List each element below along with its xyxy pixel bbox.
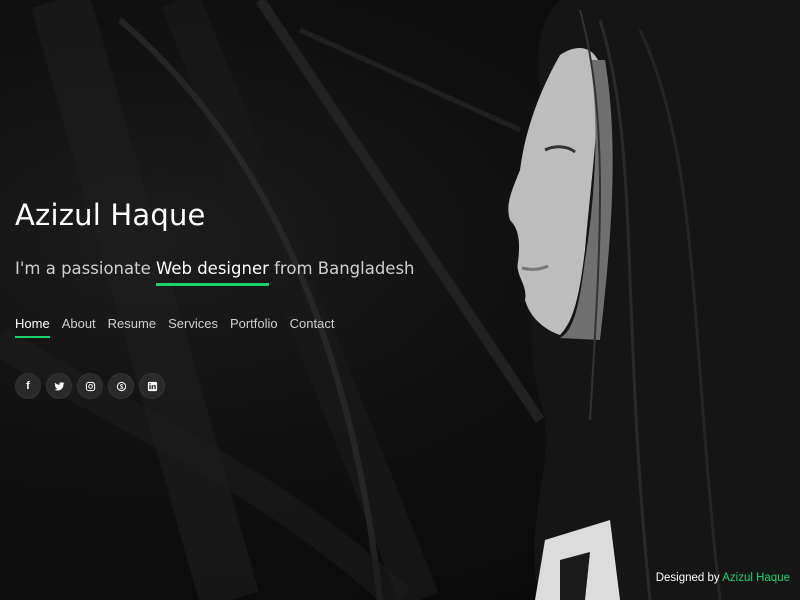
instagram-icon[interactable] [77, 373, 103, 399]
credits-prefix: Designed by [655, 572, 720, 584]
facebook-icon[interactable]: f [15, 373, 41, 399]
tagline-typed-text: Web designer [155, 259, 269, 286]
nav-home[interactable]: Home [15, 316, 50, 338]
nav-contact[interactable]: Contact [290, 316, 335, 337]
nav-about[interactable]: About [62, 316, 96, 337]
credits-author-link[interactable]: Azizul Haque [722, 572, 790, 584]
instagram-glyph [85, 381, 95, 391]
hero-section: Azizul Haque I'm a passionate Web design… [0, 0, 800, 600]
hero-tagline: I'm a passionate Web designer from Bangl… [15, 259, 415, 286]
linkedin-glyph [147, 381, 157, 391]
tagline-prefix: I'm a passionate [15, 259, 151, 278]
skype-icon[interactable] [108, 373, 134, 399]
hero-background-image [0, 0, 800, 600]
footer-credits: Designed by Azizul Haque [656, 572, 790, 584]
linkedin-icon[interactable] [139, 373, 165, 399]
nav-portfolio[interactable]: Portfolio [230, 316, 278, 337]
twitter-bird-glyph [53, 381, 65, 390]
nav-resume[interactable]: Resume [108, 316, 156, 337]
tagline-suffix: from Bangladesh [274, 259, 415, 278]
twitter-icon[interactable] [46, 373, 72, 399]
social-links: f [15, 373, 170, 399]
hero-name: Azizul Haque [15, 198, 206, 232]
main-nav: Home About Resume Services Portfolio Con… [15, 316, 346, 338]
skype-glyph [116, 381, 126, 391]
nav-services[interactable]: Services [168, 316, 218, 337]
